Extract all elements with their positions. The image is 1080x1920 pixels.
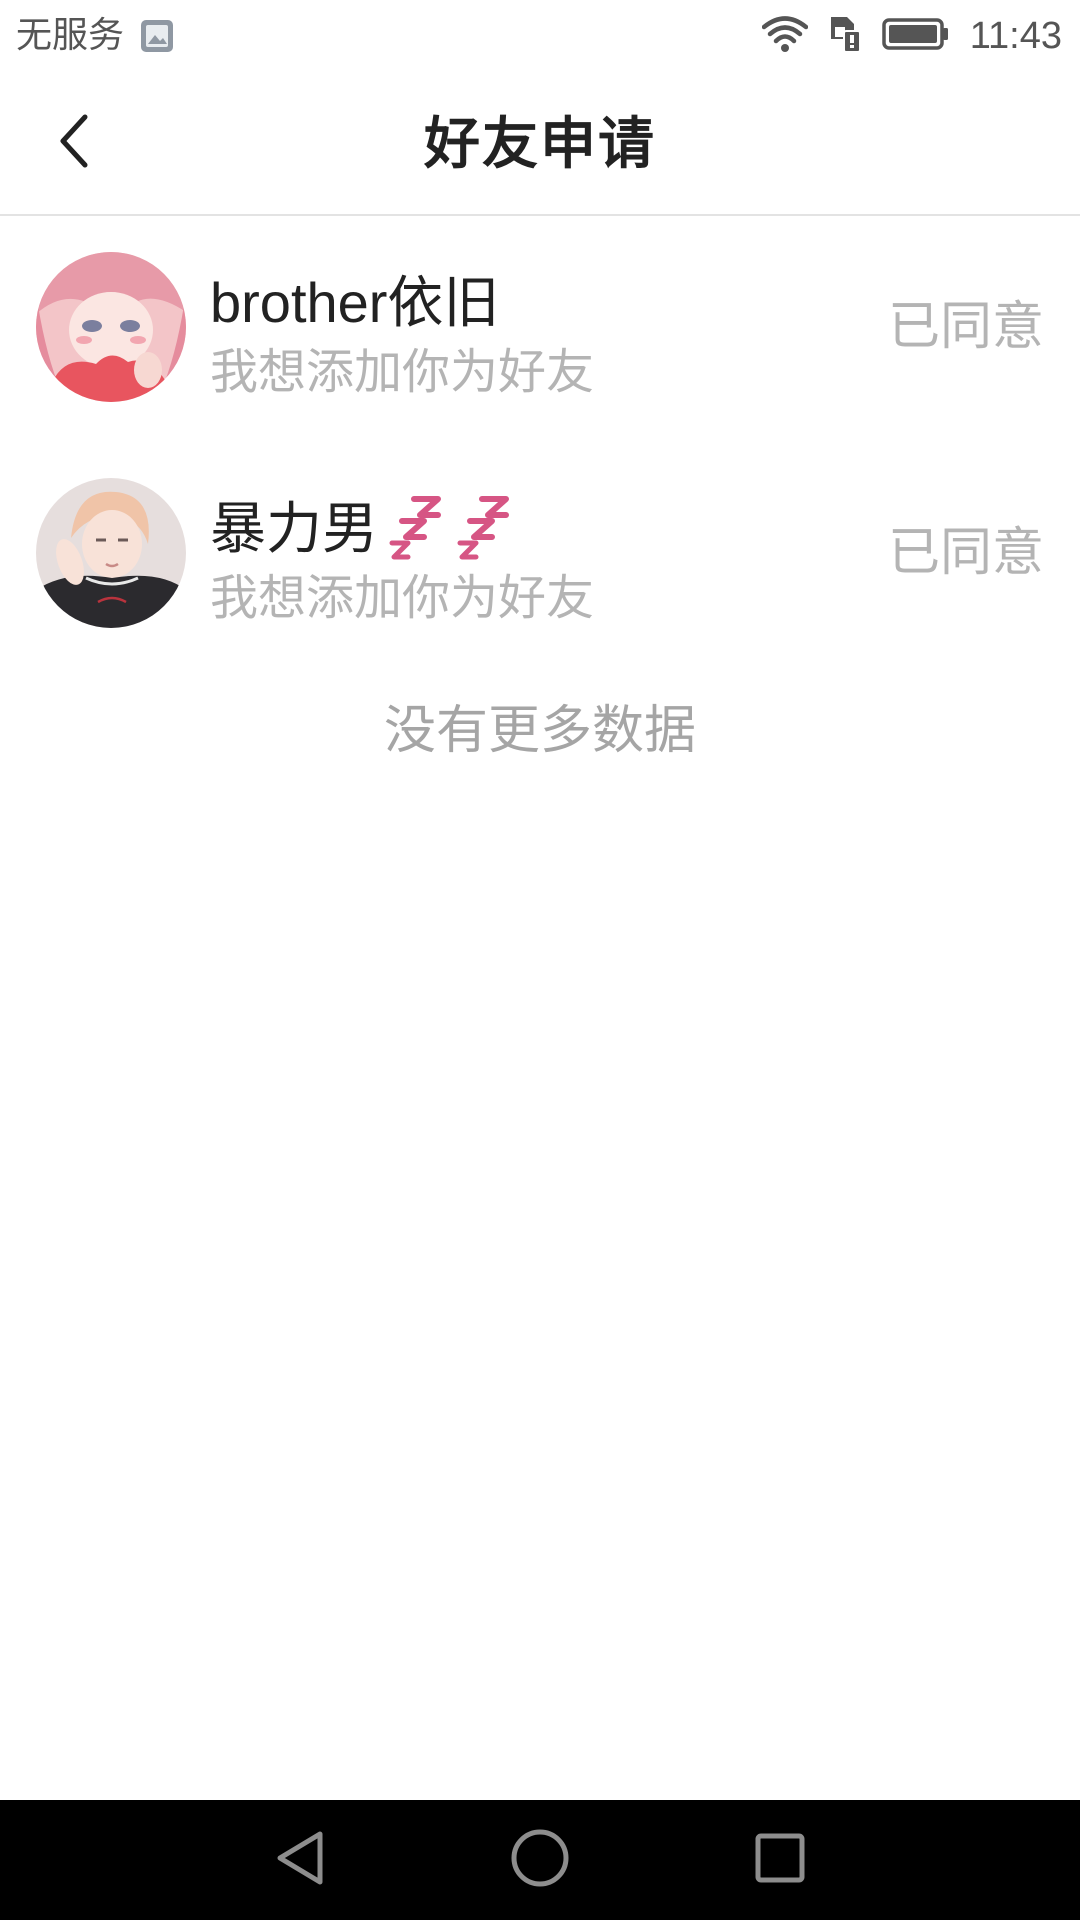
zzz-sleep-icon: [386, 495, 514, 563]
friend-request-list: brother依旧 我想添加你为好友 已同意 暴力男 我想添加你为好友 已同意: [0, 216, 1080, 668]
no-more-data-text: 没有更多数据: [383, 701, 696, 761]
request-message: 我想添加你为好友: [210, 344, 595, 400]
request-message: 我想添加你为好友: [210, 570, 595, 626]
wifi-icon: [761, 16, 808, 56]
back-triangle-icon: [272, 1828, 328, 1892]
carrier-text: 无服务: [16, 15, 125, 56]
request-status: 已同意: [887, 523, 1044, 583]
header-bar: 好友申请: [0, 72, 1080, 216]
friend-request-item[interactable]: brother依旧 我想添加你为好友 已同意: [0, 216, 1080, 442]
status-bar: 无服务 11:43: [0, 0, 1080, 72]
request-status: 已同意: [887, 297, 1044, 357]
avatar[interactable]: [36, 478, 186, 628]
photo-icon: [140, 19, 174, 53]
nav-recents-button[interactable]: [740, 1820, 820, 1900]
requester-name: 暴力男: [210, 494, 514, 564]
avatar[interactable]: [36, 252, 186, 402]
navigation-bar: [0, 1800, 1080, 1920]
status-left: 无服务: [16, 12, 174, 60]
page-title: 好友申请: [424, 112, 656, 177]
home-circle-icon: [509, 1827, 571, 1893]
requester-name: brother依旧: [210, 271, 500, 334]
nav-back-button[interactable]: [260, 1820, 340, 1900]
friend-request-item[interactable]: 暴力男 我想添加你为好友 已同意: [0, 442, 1080, 668]
status-right: 11:43: [761, 12, 1062, 60]
sim-card-icon: [828, 15, 862, 57]
recents-square-icon: [752, 1830, 808, 1890]
battery-icon: [881, 17, 950, 55]
clock: 11:43: [969, 15, 1062, 57]
nav-home-button[interactable]: [500, 1820, 580, 1900]
